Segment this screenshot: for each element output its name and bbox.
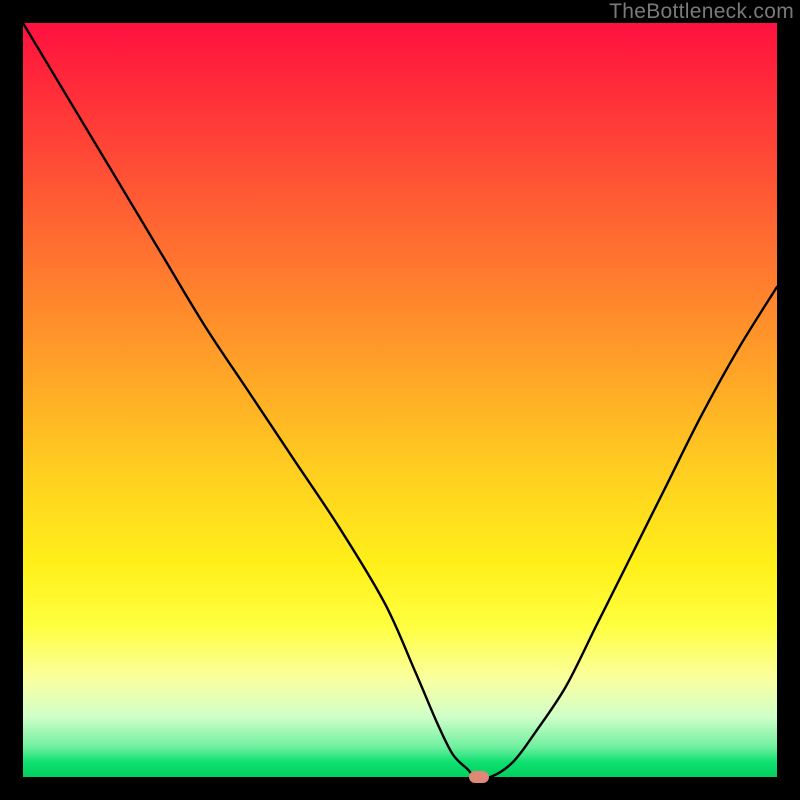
optimal-marker: [469, 771, 489, 783]
chart-frame: TheBottleneck.com: [0, 0, 800, 800]
bottleneck-curve: [23, 23, 777, 777]
curve-path: [23, 23, 777, 777]
watermark-text: TheBottleneck.com: [609, 0, 794, 24]
plot-area: [23, 23, 777, 777]
